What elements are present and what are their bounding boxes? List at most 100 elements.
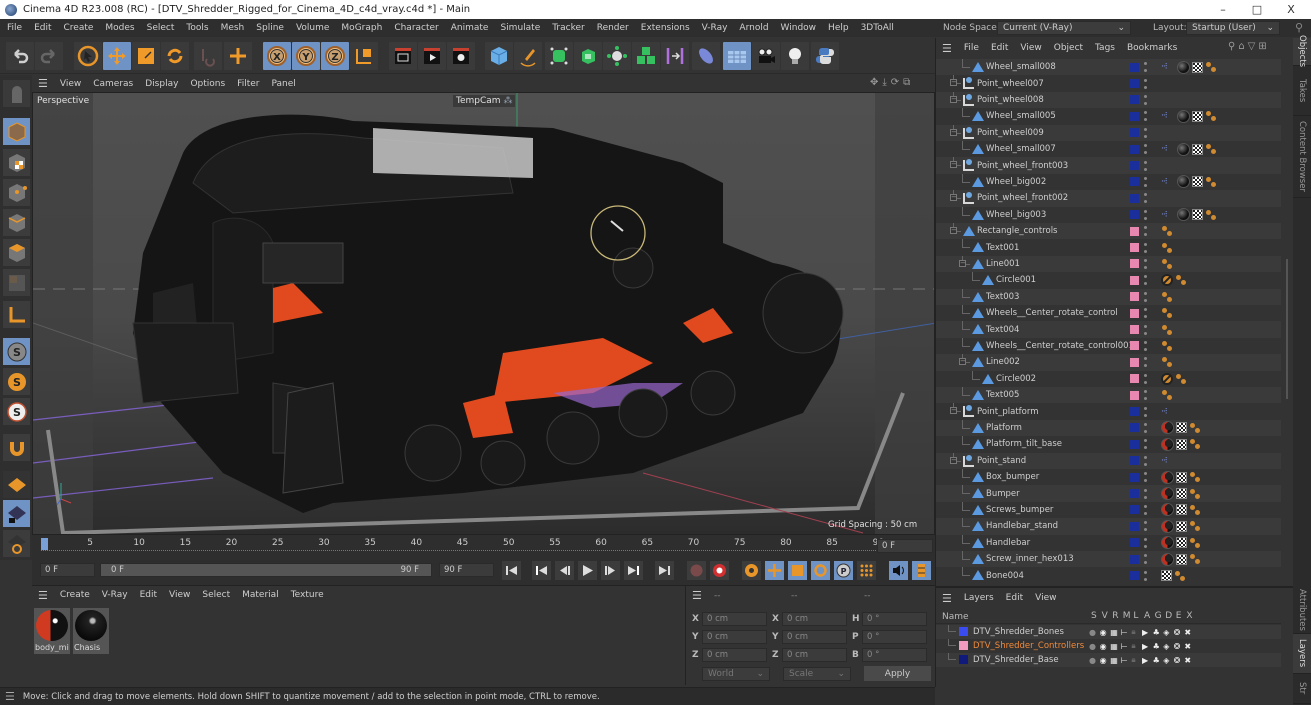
layer-color[interactable] (959, 641, 968, 650)
ik-tag-icon[interactable] (1205, 209, 1219, 221)
object-name[interactable]: Screws_bumper (986, 505, 1053, 515)
layer-color[interactable] (959, 627, 968, 636)
uvw-tag-icon[interactable] (1192, 110, 1203, 122)
manager-icon[interactable]: ⊢ (1121, 642, 1128, 651)
ik-tag-icon[interactable] (1161, 356, 1175, 368)
object-name[interactable]: Text001 (986, 243, 1019, 253)
render-settings-button[interactable] (447, 42, 475, 70)
object-row[interactable]: − Point_wheel009 (936, 124, 1281, 141)
locked-workplane-button[interactable] (3, 500, 30, 527)
visibility-dots[interactable] (1144, 242, 1147, 253)
xref-icon[interactable]: ✖ (1184, 642, 1191, 651)
object-row[interactable]: Circle001 (936, 272, 1281, 288)
hamburger-icon[interactable]: ☰ (942, 42, 952, 55)
position-z-field[interactable]: 0 cm (702, 648, 767, 662)
object-name[interactable]: Point_wheel007 (977, 79, 1044, 89)
extrude-button[interactable] (574, 42, 602, 70)
expand-toggle[interactable]: − (950, 128, 957, 136)
layer-row[interactable]: DTV_Shredder_Base ● ◉ ▦ ⊢ 🔒︎ ▶ ♣ ◈ ❂ ✖ (936, 653, 1281, 667)
layer-color-swatch[interactable] (1130, 374, 1139, 384)
side-tab-str[interactable]: Str (1293, 674, 1311, 704)
ik-tag-icon[interactable] (1205, 176, 1219, 188)
layer-color-swatch[interactable] (1130, 292, 1139, 302)
ik-tag-icon[interactable] (1189, 438, 1203, 450)
object-name[interactable]: Point_platform (977, 407, 1038, 417)
point-selection-tag-icon[interactable]: ··⁝ (1161, 62, 1175, 72)
visibility-dots[interactable] (1144, 340, 1147, 351)
layer-color-swatch[interactable] (1130, 390, 1139, 400)
viewport-menu-view[interactable]: View (54, 79, 87, 89)
manager-icon[interactable]: ⊢ (1121, 628, 1128, 637)
visibility-dots[interactable] (1144, 291, 1147, 302)
object-row[interactable]: Wheels__Center_rotate_control (936, 305, 1281, 321)
key-position-button[interactable] (765, 561, 784, 580)
object-row[interactable]: Bone004 (936, 567, 1281, 583)
object-row[interactable]: Wheels__Center_rotate_control001 (936, 337, 1281, 354)
object-menu-tags[interactable]: Tags (1089, 43, 1121, 53)
object-name[interactable]: Bumper (986, 489, 1020, 499)
visibility-dots[interactable] (1144, 570, 1147, 581)
layer-color-swatch[interactable] (1130, 308, 1139, 318)
ik-tag-icon[interactable] (1205, 143, 1219, 155)
live-selection-button[interactable] (74, 42, 102, 70)
menu-render[interactable]: Render (591, 23, 635, 33)
magnet-button[interactable] (3, 434, 30, 461)
symmetry-button[interactable] (661, 42, 689, 70)
object-toolbar-icons[interactable]: ⚲⌂▽⊞ (1228, 41, 1270, 52)
visibility-dots[interactable] (1144, 373, 1147, 384)
cube-button[interactable] (485, 42, 513, 70)
layer-color-swatch[interactable] (1130, 193, 1139, 203)
scrollbar-thumb[interactable] (1286, 259, 1288, 399)
uvw-tag-icon[interactable] (1176, 553, 1187, 565)
expression-icon[interactable]: ❂ (1174, 628, 1181, 637)
side-tab-attributes[interactable]: Attributes (1293, 586, 1311, 634)
deformer-icon[interactable]: ◈ (1163, 628, 1169, 637)
object-scrollbar[interactable] (1282, 59, 1292, 584)
object-row[interactable]: Wheel_big003 ··⁝ (936, 206, 1281, 223)
object-menu-file[interactable]: File (958, 43, 985, 53)
expand-toggle[interactable]: − (950, 227, 957, 234)
undo-button[interactable] (6, 42, 34, 70)
object-name[interactable]: Line002 (986, 357, 1020, 367)
menu-select[interactable]: Select (141, 23, 181, 33)
snap-settings-button[interactable]: S (3, 368, 30, 395)
object-name[interactable]: Box_bumper (986, 472, 1039, 482)
expand-toggle[interactable]: − (950, 407, 957, 415)
layer-color-swatch[interactable] (1130, 489, 1139, 499)
close-button[interactable]: X (1274, 0, 1308, 19)
visibility-dots[interactable] (1144, 111, 1147, 122)
object-menu-bookmarks[interactable]: Bookmarks (1121, 43, 1183, 53)
go-to-start-button[interactable] (502, 561, 521, 580)
object-row[interactable]: Wheel_small008 ··⁝ (936, 59, 1281, 76)
frame-range-slider[interactable]: 0 F 90 F (100, 563, 432, 577)
hamburger-icon[interactable]: ☰ (5, 690, 15, 703)
object-menu-object[interactable]: Object (1048, 43, 1089, 53)
ik-tag-icon[interactable] (1161, 340, 1175, 352)
render-view-button[interactable] (389, 42, 417, 70)
ik-tag-icon[interactable] (1161, 389, 1175, 401)
rotate-button[interactable] (161, 42, 189, 70)
manager-icon[interactable]: ⊢ (1121, 656, 1128, 665)
ik-tag-icon[interactable] (1205, 61, 1219, 73)
python-button[interactable] (811, 42, 839, 70)
coordinate-system-button[interactable] (350, 42, 378, 70)
viewport-nav-icons[interactable]: ✥⤓⟳⧉ (870, 77, 914, 88)
ik-tag-icon[interactable] (1161, 225, 1175, 237)
layer-color-swatch[interactable] (1130, 439, 1139, 449)
ik-tag-icon[interactable] (1189, 553, 1203, 565)
next-frame-button[interactable] (601, 561, 620, 580)
keyframe-selection-button[interactable] (742, 561, 761, 580)
menu-mesh[interactable]: Mesh (215, 23, 251, 33)
layout-select[interactable]: Startup (User) ⌄ (1186, 21, 1280, 35)
render-icon[interactable]: ▦ (1110, 656, 1118, 665)
workplane-snap-button[interactable]: S (3, 398, 30, 425)
polygon-mode-button[interactable] (3, 239, 30, 266)
ik-tag-icon[interactable] (1161, 324, 1175, 336)
material-tag-icon[interactable] (1177, 175, 1190, 189)
layer-color-swatch[interactable] (1130, 243, 1139, 253)
object-name[interactable]: Point_wheel008 (977, 95, 1044, 105)
object-name[interactable]: Wheel_small008 (986, 62, 1056, 72)
object-name[interactable]: Point_wheel009 (977, 128, 1044, 138)
solo-icon[interactable]: ● (1089, 642, 1096, 651)
previous-key-button[interactable] (532, 561, 551, 580)
